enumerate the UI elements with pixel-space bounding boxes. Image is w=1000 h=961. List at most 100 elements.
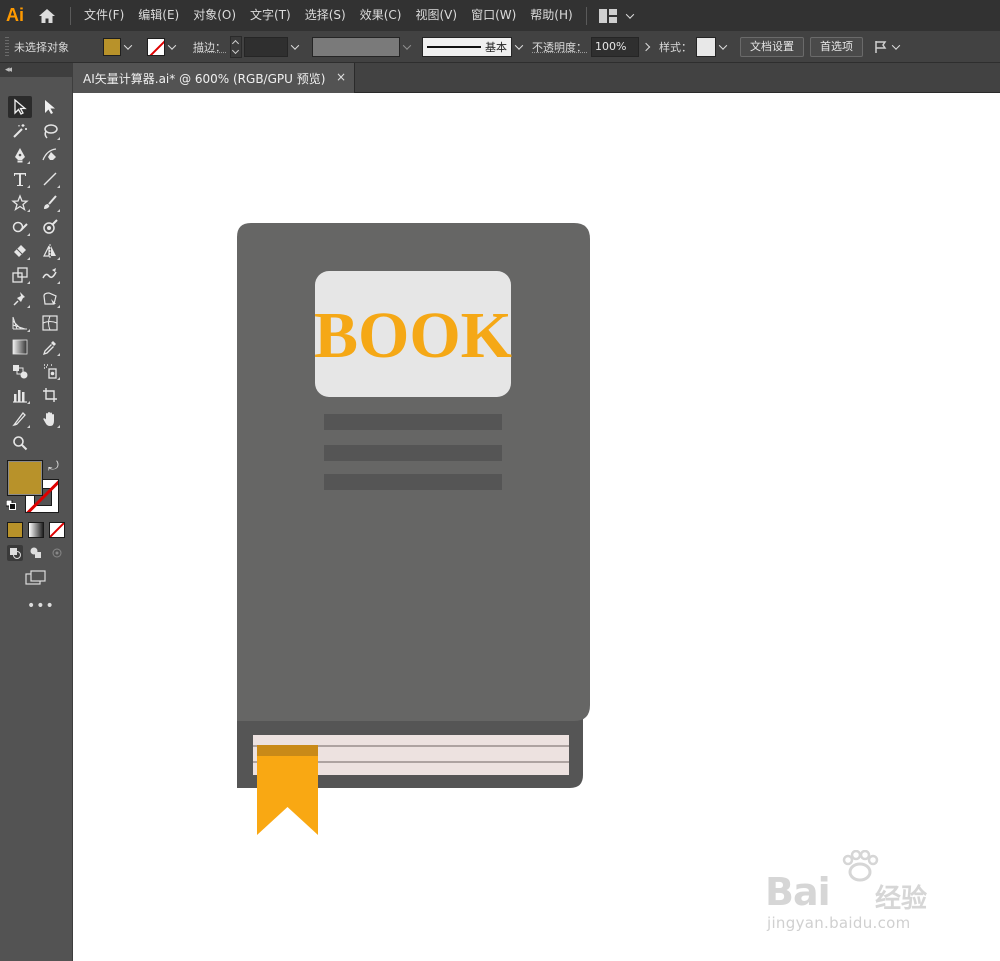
blob-brush-tool[interactable] <box>38 216 62 238</box>
column-graph-tool[interactable] <box>8 384 32 406</box>
book-artwork[interactable]: BOOK <box>73 93 1000 961</box>
draw-normal-button[interactable] <box>7 545 23 561</box>
menu-bar: Ai 文件(F) 编辑(E) 对象(O) 文字(T) 选择(S) 效果(C) 视… <box>0 0 1000 31</box>
brush-dropdown-icon[interactable] <box>512 38 526 56</box>
gradient-tool[interactable] <box>8 336 32 358</box>
brush-stroke-preview <box>427 45 481 48</box>
layout-grid-icon <box>598 8 617 23</box>
arrange-dropdown-icon[interactable] <box>889 38 903 56</box>
style-dropdown-icon[interactable] <box>716 38 730 56</box>
opacity-input[interactable]: 100% <box>591 36 639 57</box>
eraser-tool[interactable] <box>8 240 32 262</box>
fill-color-box[interactable] <box>7 460 43 496</box>
menu-effect[interactable]: 效果(C) <box>353 0 409 31</box>
perspective-grid-tool[interactable] <box>8 312 32 334</box>
artboard-canvas[interactable]: BOOK <box>73 93 1000 961</box>
menu-view[interactable]: 视图(V) <box>408 0 464 31</box>
separator <box>70 6 71 25</box>
zoom-tool[interactable] <box>8 432 32 454</box>
blend-tool[interactable] <box>8 360 32 382</box>
warp-tool[interactable] <box>38 264 62 286</box>
blob-brush-icon <box>43 219 58 234</box>
hand-tool[interactable] <box>38 408 62 430</box>
menu-type[interactable]: 文字(T) <box>243 0 298 31</box>
preferences-button[interactable]: 首选项 <box>810 36 863 57</box>
bookmark-ribbon[interactable] <box>257 745 318 835</box>
pen-tool[interactable] <box>8 144 32 166</box>
mesh-grid-icon <box>42 315 58 331</box>
paintbrush-tool[interactable] <box>38 192 62 214</box>
default-fill-stroke-icon[interactable] <box>6 500 16 510</box>
magic-wand-icon <box>13 124 27 138</box>
puppet-warp-tool[interactable] <box>8 288 32 310</box>
none-mode-button[interactable] <box>49 522 65 538</box>
menu-window[interactable]: 窗口(W) <box>464 0 523 31</box>
direct-selection-arrow-icon <box>45 100 55 114</box>
swap-fill-stroke-icon[interactable]: ⤾ <box>48 459 59 474</box>
opacity-label[interactable]: 不透明度： <box>532 39 587 55</box>
scale-tool[interactable] <box>8 264 32 286</box>
stroke-weight-dropdown-icon[interactable] <box>288 38 302 56</box>
menu-object[interactable]: 对象(O) <box>186 0 243 31</box>
curvature-pen-icon <box>42 148 57 161</box>
document-setup-button[interactable]: 文档设置 <box>740 36 804 57</box>
profile-dropdown-icon[interactable] <box>400 38 414 56</box>
change-screen-mode-icon[interactable] <box>24 569 48 587</box>
artboard-icon <box>43 388 57 402</box>
document-tab[interactable]: AI矢量计算器.ai* @ 600% (RGB/GPU 预览) × <box>73 63 355 93</box>
type-tool[interactable] <box>8 168 32 190</box>
mesh-tool[interactable] <box>38 312 62 334</box>
stroke-swatch[interactable] <box>147 37 165 56</box>
draw-behind-icon <box>30 547 41 558</box>
document-tab-title: AI矢量计算器.ai* @ 600% (RGB/GPU 预览) <box>83 71 326 86</box>
tools-panel-header: ◂◂ <box>0 63 72 77</box>
line-segment-tool[interactable] <box>38 168 62 190</box>
stroke-weight-stepper[interactable] <box>230 35 242 58</box>
selection-tool[interactable] <box>8 96 32 118</box>
direct-selection-tool[interactable] <box>38 96 62 118</box>
curvature-tool[interactable] <box>38 144 62 166</box>
stroke-dropdown-icon[interactable] <box>165 38 179 56</box>
shaper-tool[interactable] <box>8 216 32 238</box>
home-button[interactable] <box>30 0 64 31</box>
home-icon <box>39 8 55 23</box>
slice-tool[interactable] <box>8 408 32 430</box>
brush-definition[interactable]: 基本 <box>422 36 512 57</box>
stroke-label[interactable]: 描边： <box>193 39 226 55</box>
draw-inside-button[interactable] <box>49 545 65 561</box>
draw-inside-icon <box>52 548 62 558</box>
arrange-documents-icon[interactable] <box>873 39 889 55</box>
gradient-icon <box>12 339 28 355</box>
free-transform-tool[interactable] <box>38 288 62 310</box>
menu-file[interactable]: 文件(F) <box>77 0 131 31</box>
menu-select[interactable]: 选择(S) <box>298 0 353 31</box>
close-tab-icon[interactable]: × <box>336 70 346 84</box>
selection-arrow-icon <box>14 98 27 115</box>
collapse-panel-icon[interactable]: ◂◂ <box>5 65 12 75</box>
color-mode-button[interactable] <box>7 522 23 538</box>
panel-grip[interactable] <box>5 36 9 57</box>
cover-stripe-2 <box>324 445 502 461</box>
fill-dropdown-icon[interactable] <box>121 38 135 56</box>
opacity-chevron-icon[interactable] <box>639 37 653 57</box>
menu-edit[interactable]: 编辑(E) <box>131 0 186 31</box>
menu-help[interactable]: 帮助(H) <box>523 0 579 31</box>
draw-behind-button[interactable] <box>28 545 44 561</box>
reflect-tool[interactable] <box>38 240 62 262</box>
variable-width-profile[interactable] <box>312 36 400 57</box>
artboard-tool[interactable] <box>38 384 62 406</box>
lasso-tool[interactable] <box>38 120 62 142</box>
brush-label: 基本 <box>485 40 507 54</box>
app-logo[interactable]: Ai <box>0 0 30 31</box>
eyedropper-tool[interactable] <box>38 336 62 358</box>
magic-wand-tool[interactable] <box>8 120 32 142</box>
star-tool[interactable] <box>8 192 32 214</box>
selection-status: 未选择对象 <box>14 40 69 54</box>
graphic-style-swatch[interactable] <box>696 36 716 57</box>
workspace-switcher[interactable] <box>593 0 643 31</box>
symbol-sprayer-tool[interactable] <box>38 360 62 382</box>
fill-swatch[interactable] <box>103 37 121 56</box>
edit-toolbar-button[interactable]: ••• <box>27 598 55 614</box>
gradient-mode-button[interactable] <box>28 522 44 538</box>
stroke-weight-input[interactable] <box>244 36 288 57</box>
